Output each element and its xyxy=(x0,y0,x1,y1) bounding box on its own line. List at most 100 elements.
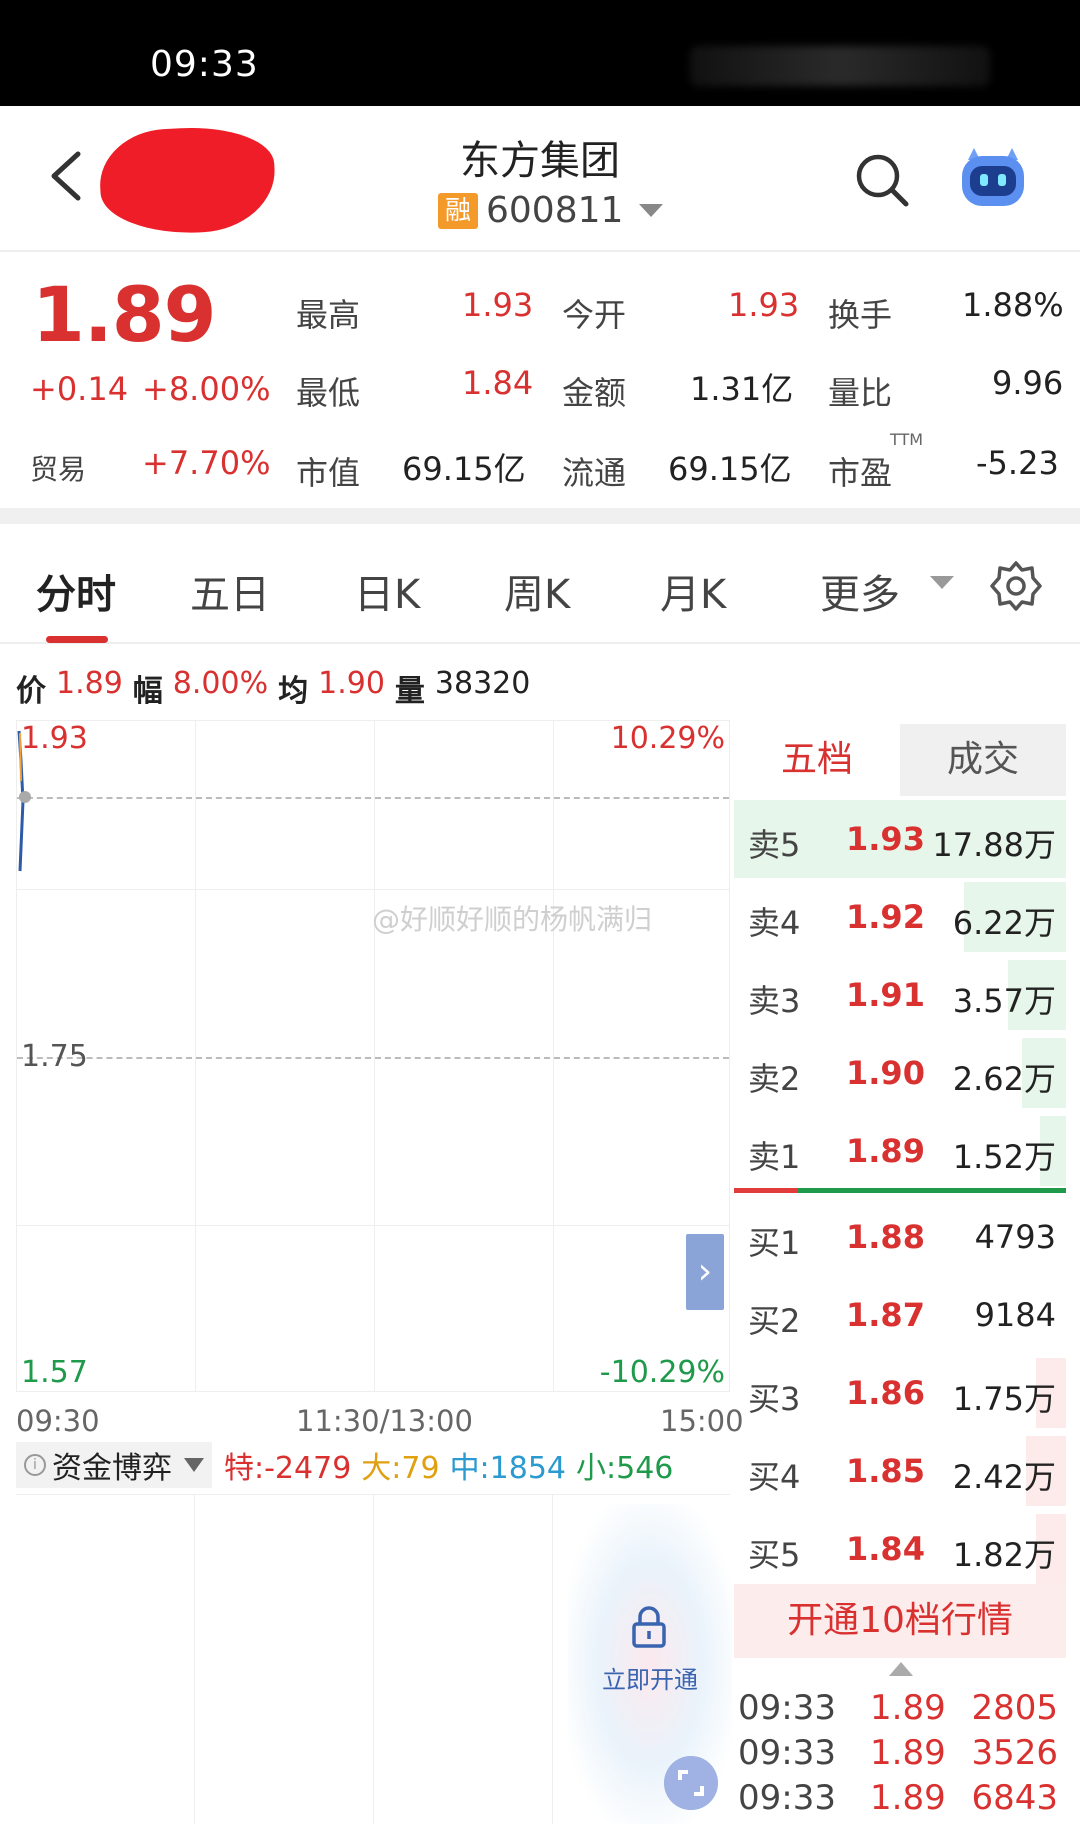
prev-high-dashed-line xyxy=(17,797,729,799)
bid-vol: 1.82万 xyxy=(952,1536,1056,1574)
trade-price: 1.89 xyxy=(870,1688,946,1728)
amount-label: 金额 xyxy=(562,374,627,412)
info-price: 1.89 xyxy=(56,666,123,701)
lock-icon[interactable] xyxy=(628,1604,670,1650)
active-tab-indicator xyxy=(46,636,108,643)
ask-name: 卖5 xyxy=(748,826,801,864)
bid-row: 买1 1.88 4793 xyxy=(734,1198,1066,1276)
ask-name: 卖3 xyxy=(748,982,801,1020)
grid-line xyxy=(374,721,375,1391)
ask-name: 卖1 xyxy=(748,1138,801,1176)
unlock-now-link[interactable]: 立即开通 xyxy=(602,1660,698,1695)
tab-monthly-k[interactable]: 月K xyxy=(660,562,726,620)
bid-price: 1.85 xyxy=(846,1452,925,1490)
ai-robot-icon[interactable] xyxy=(958,146,1028,210)
x-end-label: 15:00 xyxy=(660,1404,744,1438)
fund-flow-title: 资金博弈 xyxy=(52,1451,172,1486)
pe-value: -5.23 xyxy=(976,444,1059,482)
bid-row: 买5 1.84 1.82万 xyxy=(734,1510,1066,1588)
amount-value: 1.31亿 xyxy=(690,370,794,408)
y-mid-label: 1.75 xyxy=(21,1039,88,1074)
search-icon[interactable] xyxy=(852,150,912,210)
trade-time: 09:33 xyxy=(738,1688,836,1728)
tab-weekly-k[interactable]: 周K xyxy=(504,562,570,620)
price-label: 价 xyxy=(16,674,46,709)
volratio-value: 9.96 xyxy=(992,364,1064,402)
sector-label[interactable]: 贸易 xyxy=(30,448,86,488)
ask-row: 卖3 1.91 3.57万 xyxy=(734,956,1066,1034)
bid-ask-ratio-bar xyxy=(734,1188,1066,1193)
bid-name: 买1 xyxy=(748,1224,801,1262)
volratio-label: 量比 xyxy=(828,374,893,412)
y-max-label: 1.93 xyxy=(21,721,88,756)
collapse-up-icon[interactable] xyxy=(889,1662,913,1676)
tab-trades[interactable]: 成交 xyxy=(900,724,1066,796)
bid-vol: 4793 xyxy=(974,1218,1056,1256)
chevron-down-icon xyxy=(639,204,664,217)
open-value: 1.93 xyxy=(728,286,800,324)
ask-vol: 3.57万 xyxy=(952,982,1056,1020)
tab-five-levels[interactable]: 五档 xyxy=(734,724,900,796)
current-price: 1.89 xyxy=(32,270,217,359)
trade-price: 1.89 xyxy=(870,1733,946,1773)
grid-line xyxy=(373,1495,374,1824)
open-ten-levels-button[interactable]: 开通10档行情 xyxy=(734,1584,1066,1658)
grid-line xyxy=(17,889,729,890)
pe-label: 市盈 xyxy=(828,454,893,492)
ask-row: 卖4 1.92 6.22万 xyxy=(734,878,1066,956)
fund-flow-selector[interactable]: i 资金博弈 xyxy=(16,1442,212,1488)
bid-vol: 2.42万 xyxy=(952,1458,1056,1496)
amp-label: 幅 xyxy=(132,674,163,709)
ask-row: 卖1 1.89 1.52万 xyxy=(734,1112,1066,1190)
open-label: 今开 xyxy=(562,296,627,334)
expand-panel-button[interactable]: › xyxy=(686,1234,724,1310)
bid-row: 买4 1.85 2.42万 xyxy=(734,1432,1066,1510)
trade-row: 09:33 1.89 3526 xyxy=(734,1733,1066,1777)
turnover-value: 1.88% xyxy=(962,286,1064,324)
bid-vol: 1.75万 xyxy=(952,1380,1056,1418)
info-icon[interactable]: i xyxy=(24,1454,46,1476)
trade-row: 09:33 1.89 2805 xyxy=(734,1688,1066,1732)
ask-row: 卖2 1.90 2.62万 xyxy=(734,1034,1066,1112)
float-value: 69.15亿 xyxy=(668,450,792,488)
price-change: +0.14 xyxy=(30,370,129,408)
high-value: 1.93 xyxy=(462,286,534,324)
tab-more[interactable]: 更多 xyxy=(820,562,900,620)
chevron-down-icon xyxy=(184,1458,204,1472)
x-start-label: 09:30 xyxy=(16,1404,100,1438)
intraday-chart[interactable]: 1.93 10.29% 1.75 1.57 -10.29% xyxy=(16,720,730,1392)
stock-code-selector[interactable]: 融 600811 xyxy=(438,190,664,231)
mktcap-value: 69.15亿 xyxy=(402,450,526,488)
bid-price: 1.88 xyxy=(846,1218,925,1256)
status-icons xyxy=(690,46,990,86)
ask-row: 卖5 1.93 17.88万 xyxy=(734,800,1066,878)
high-label: 最高 xyxy=(296,296,361,334)
gear-icon[interactable] xyxy=(990,560,1042,612)
trade-time: 09:33 xyxy=(738,1733,836,1773)
ask-vol: 17.88万 xyxy=(932,826,1056,864)
bid-name: 买4 xyxy=(748,1458,801,1496)
tab-daily-k[interactable]: 日K xyxy=(354,562,420,620)
stock-name: 东方集团 xyxy=(460,138,620,184)
quote-summary: 1.89 +0.14 +8.00% 贸易 +7.70% 最高 1.93 今开 1… xyxy=(0,254,1080,509)
fund-te: 特:-2479 xyxy=(224,1451,352,1486)
trade-vol: 3526 xyxy=(971,1733,1058,1773)
trade-time: 09:33 xyxy=(738,1778,836,1818)
trade-row: 09:33 1.89 6843 xyxy=(734,1778,1066,1822)
grid-line xyxy=(553,721,554,1391)
fund-xiao: 小:546 xyxy=(576,1451,674,1486)
info-amp: 8.00% xyxy=(172,666,269,701)
avg-label: 均 xyxy=(278,674,309,709)
x-mid-label: 11:30/13:00 xyxy=(296,1404,473,1438)
fullscreen-icon[interactable] xyxy=(664,1756,718,1810)
tab-intraday[interactable]: 分时 xyxy=(36,562,116,620)
stock-code: 600811 xyxy=(486,190,624,231)
low-label: 最低 xyxy=(296,374,361,412)
tab-five-day[interactable]: 五日 xyxy=(190,562,270,620)
order-book-panel: 五档 成交 卖5 1.93 17.88万 卖4 1.92 6.22万 卖3 1.… xyxy=(734,724,1066,1828)
chart-tabs: 分时 五日 日K 周K 月K 更多 xyxy=(0,524,1080,644)
bid-vol: 9184 xyxy=(974,1296,1056,1334)
status-time: 09:33 xyxy=(150,44,259,85)
trade-price: 1.89 xyxy=(870,1778,946,1818)
bid-row: 买2 1.87 9184 xyxy=(734,1276,1066,1354)
